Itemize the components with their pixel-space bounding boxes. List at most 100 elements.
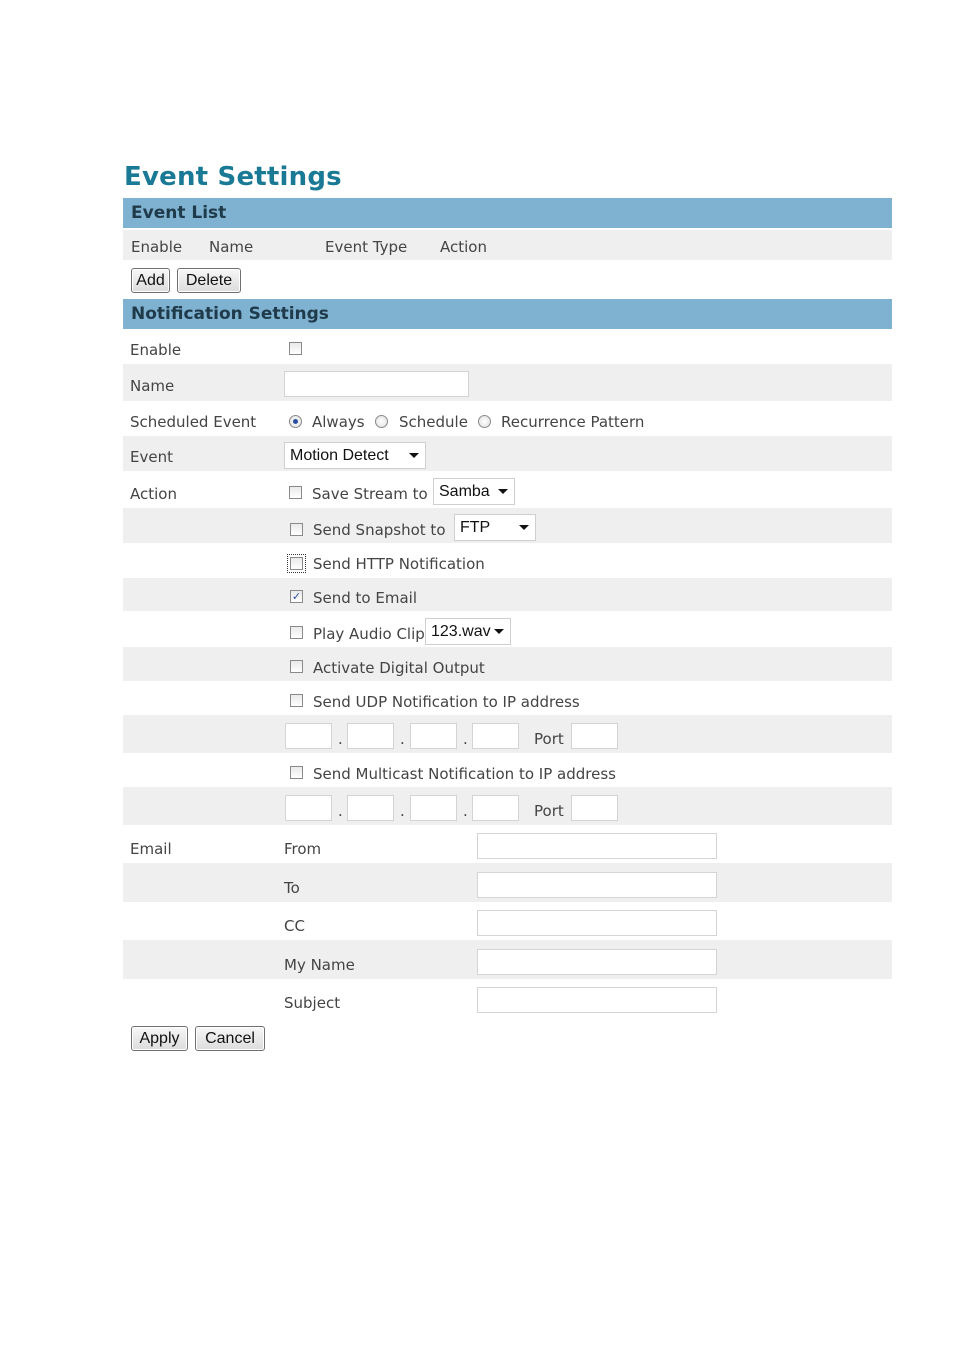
http-notification-checkbox[interactable] — [287, 554, 306, 573]
udp-port-label: Port — [534, 730, 564, 748]
email-section-label: Email — [130, 840, 172, 858]
action-audio-row: Play Audio Clip 123.wav — [123, 611, 892, 647]
name-input[interactable] — [284, 371, 469, 397]
multicast-ip-octet-3[interactable] — [410, 795, 457, 821]
send-snapshot-select[interactable]: FTP — [454, 514, 536, 541]
save-stream-select-value: Samba — [439, 483, 490, 500]
scheduled-event-row: Scheduled Event Always Schedule Recurren… — [123, 402, 892, 436]
action-digital-output-row: Activate Digital Output — [123, 647, 892, 681]
cancel-button[interactable]: Cancel — [195, 1026, 265, 1051]
apply-button[interactable]: Apply — [131, 1026, 188, 1051]
audio-clip-select[interactable]: 123.wav — [425, 618, 511, 645]
column-name: Name — [209, 238, 254, 256]
action-udp-row: Send UDP Notification to IP address — [123, 681, 892, 715]
email-myname-label: My Name — [284, 956, 355, 974]
email-from-input[interactable] — [477, 833, 717, 859]
ip-separator: . — [338, 730, 343, 748]
chevron-down-icon — [409, 453, 419, 458]
email-subject-row: Subject — [123, 979, 892, 1017]
action-send-snapshot-row: Send Snapshot to FTP — [123, 508, 892, 543]
radio-schedule-label: Schedule — [399, 413, 468, 431]
multicast-label: Send Multicast Notification to IP addres… — [313, 765, 616, 783]
column-event-type: Event Type — [325, 238, 408, 256]
http-notification-label: Send HTTP Notification — [313, 555, 485, 573]
udp-port-input[interactable] — [571, 723, 618, 749]
event-row: Event Motion Detect — [123, 436, 892, 471]
save-stream-label: Save Stream to — [312, 485, 428, 503]
email-from-row: Email From — [123, 825, 892, 863]
enable-label: Enable — [130, 341, 182, 359]
multicast-ip-row: . . . Port — [123, 787, 892, 825]
action-save-stream-row: Action Save Stream to Samba — [123, 471, 892, 508]
email-to-label: To — [284, 879, 300, 897]
send-snapshot-select-value: FTP — [460, 519, 491, 536]
event-label: Event — [130, 448, 173, 466]
multicast-ip-octet-1[interactable] — [285, 795, 332, 821]
action-multicast-row: Send Multicast Notification to IP addres… — [123, 753, 892, 787]
email-to-row: To — [123, 863, 892, 902]
email-from-label: From — [284, 840, 322, 858]
email-cc-label: CC — [284, 917, 305, 935]
add-button[interactable]: Add — [131, 268, 170, 293]
ip-separator: . — [463, 802, 468, 820]
udp-ip-row: . . . Port — [123, 715, 892, 753]
radio-recurrence-label: Recurrence Pattern — [501, 413, 645, 431]
event-list-header: Event List — [123, 198, 892, 228]
event-select-value: Motion Detect — [290, 447, 389, 464]
udp-checkbox[interactable] — [290, 694, 303, 707]
ip-separator: . — [338, 802, 343, 820]
email-myname-row: My Name — [123, 940, 892, 979]
send-email-label: Send to Email — [313, 589, 417, 607]
chevron-down-icon — [519, 525, 529, 530]
page-title: Event Settings — [124, 162, 342, 192]
event-list-columns: Enable Name Event Type Action — [123, 230, 892, 260]
action-label: Action — [130, 485, 177, 503]
email-cc-row: CC — [123, 902, 892, 940]
udp-ip-octet-1[interactable] — [285, 723, 332, 749]
ip-separator: . — [400, 730, 405, 748]
enable-row: Enable — [123, 330, 892, 363]
udp-ip-octet-4[interactable] — [472, 723, 519, 749]
digital-output-label: Activate Digital Output — [313, 659, 485, 677]
send-snapshot-label: Send Snapshot to — [313, 521, 446, 539]
send-email-checkbox[interactable]: ✓ — [290, 590, 303, 603]
ip-separator: . — [400, 802, 405, 820]
action-http-row: Send HTTP Notification — [123, 544, 892, 578]
multicast-port-label: Port — [534, 802, 564, 820]
udp-ip-octet-2[interactable] — [347, 723, 394, 749]
email-cc-input[interactable] — [477, 910, 717, 936]
column-action: Action — [440, 238, 487, 256]
save-stream-checkbox[interactable] — [289, 486, 302, 499]
event-select[interactable]: Motion Detect — [284, 442, 426, 469]
notification-settings-header: Notification Settings — [123, 299, 892, 329]
radio-always[interactable] — [289, 415, 302, 428]
chevron-down-icon — [494, 629, 504, 634]
email-myname-input[interactable] — [477, 949, 717, 975]
radio-recurrence[interactable] — [478, 415, 491, 428]
audio-clip-select-value: 123.wav — [431, 623, 491, 640]
email-to-input[interactable] — [477, 872, 717, 898]
ip-separator: . — [463, 730, 468, 748]
save-stream-select[interactable]: Samba — [433, 478, 515, 505]
play-audio-label: Play Audio Clip — [313, 625, 425, 643]
multicast-ip-octet-2[interactable] — [347, 795, 394, 821]
chevron-down-icon — [498, 489, 508, 494]
email-subject-input[interactable] — [477, 987, 717, 1013]
radio-always-label: Always — [312, 413, 365, 431]
column-enable: Enable — [131, 238, 183, 256]
name-label: Name — [130, 377, 175, 395]
check-icon: ✓ — [291, 590, 302, 603]
multicast-ip-octet-4[interactable] — [472, 795, 519, 821]
send-snapshot-checkbox[interactable] — [290, 523, 303, 536]
udp-ip-octet-3[interactable] — [410, 723, 457, 749]
multicast-checkbox[interactable] — [290, 766, 303, 779]
enable-checkbox[interactable] — [289, 342, 302, 355]
delete-button[interactable]: Delete — [177, 268, 241, 293]
digital-output-checkbox[interactable] — [290, 660, 303, 673]
play-audio-checkbox[interactable] — [290, 626, 303, 639]
action-email-row: ✓ Send to Email — [123, 578, 892, 611]
scheduled-event-label: Scheduled Event — [130, 413, 257, 431]
multicast-port-input[interactable] — [571, 795, 618, 821]
email-subject-label: Subject — [284, 994, 341, 1012]
radio-schedule[interactable] — [375, 415, 388, 428]
